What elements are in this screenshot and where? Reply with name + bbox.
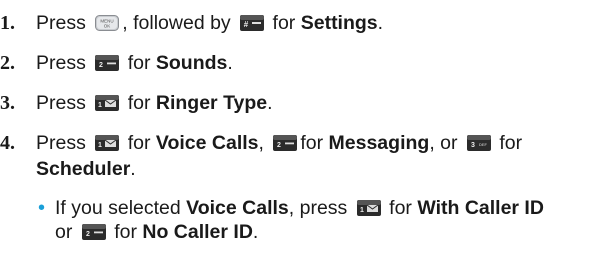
key-3-icon: 3 DEF <box>466 135 491 151</box>
menu-ok-key-icon: MENU OK <box>95 15 120 31</box>
step-number: 4. <box>0 132 15 154</box>
sounds-label: Sounds <box>155 52 228 74</box>
bullet-line-2: or 2 for No Caller ID. <box>55 220 258 244</box>
step-number: 1. <box>0 12 15 34</box>
svg-text:1: 1 <box>98 142 102 149</box>
step-2: 2. Press 2 for Sounds. <box>0 50 233 76</box>
step-text: Press <box>36 12 86 34</box>
punctuation: . <box>130 158 136 180</box>
step-number: 3. <box>0 92 15 114</box>
step-text: for <box>499 132 523 154</box>
step-text: for <box>127 52 151 74</box>
svg-text:1: 1 <box>98 102 102 109</box>
step-text: for <box>127 92 151 114</box>
key-1-messages-icon: 1 <box>356 200 381 216</box>
messaging-label: Messaging <box>328 132 430 154</box>
step-text: Press <box>36 52 86 74</box>
bullet-text: , press <box>288 197 348 219</box>
ringer-type-label: Ringer Type <box>155 92 268 114</box>
hash-key-icon: # <box>240 15 265 31</box>
key-2-icon: 2 <box>95 55 120 71</box>
scheduler-label: Scheduler <box>36 158 131 180</box>
step-text: , followed by <box>122 12 231 34</box>
step-number: 2. <box>0 52 15 74</box>
svg-text:2: 2 <box>277 142 281 149</box>
settings-label: Settings <box>300 12 378 34</box>
svg-text:3: 3 <box>471 142 475 149</box>
step-4: 4. Press 1 for Voice Calls, 2 for Messagin… <box>0 130 522 156</box>
voice-calls-label: Voice Calls <box>186 197 289 219</box>
bullet-line-1: If you selected Voice Calls, press 1 for… <box>55 196 544 220</box>
svg-text:2: 2 <box>86 231 90 238</box>
punctuation: . <box>227 52 233 74</box>
no-caller-id-label: No Caller ID <box>142 221 253 243</box>
bullet-dot-icon: • <box>38 197 46 219</box>
voice-calls-label: Voice Calls <box>155 132 259 154</box>
step-4-continued: Scheduler. <box>36 156 136 182</box>
punctuation: , <box>258 132 264 154</box>
bullet-text: or <box>55 221 73 243</box>
key-2-icon: 2 <box>273 135 298 151</box>
step-text: Press <box>36 92 86 114</box>
step-text: for <box>272 12 296 34</box>
step-text: for <box>127 132 151 154</box>
step-1: 1. Press MENU OK, followed by # for Settin… <box>0 10 383 36</box>
punctuation: . <box>252 221 259 243</box>
with-caller-id-label: With Caller ID <box>417 197 544 219</box>
bullet-text: for <box>114 221 137 243</box>
bullet-item: • If you selected Voice Calls, press 1 f… <box>0 196 596 250</box>
svg-text:DEF: DEF <box>479 142 488 147</box>
svg-text:#: # <box>244 20 249 29</box>
svg-text:1: 1 <box>360 207 364 214</box>
step-3: 3. Press 1 for Ringer Type. <box>0 90 273 116</box>
step-text: Press <box>36 132 86 154</box>
key-1-messages-icon: 1 <box>95 95 120 111</box>
bullet-text: for <box>389 197 412 219</box>
svg-text:OK: OK <box>104 24 111 29</box>
bullet-text: If you selected <box>55 197 181 219</box>
step-text: for <box>300 132 324 154</box>
punctuation: . <box>377 12 384 34</box>
svg-text:2: 2 <box>99 62 103 69</box>
key-1-messages-icon: 1 <box>95 135 120 151</box>
punctuation: . <box>267 92 273 114</box>
punctuation: , or <box>429 132 458 154</box>
key-2-icon: 2 <box>81 224 106 240</box>
